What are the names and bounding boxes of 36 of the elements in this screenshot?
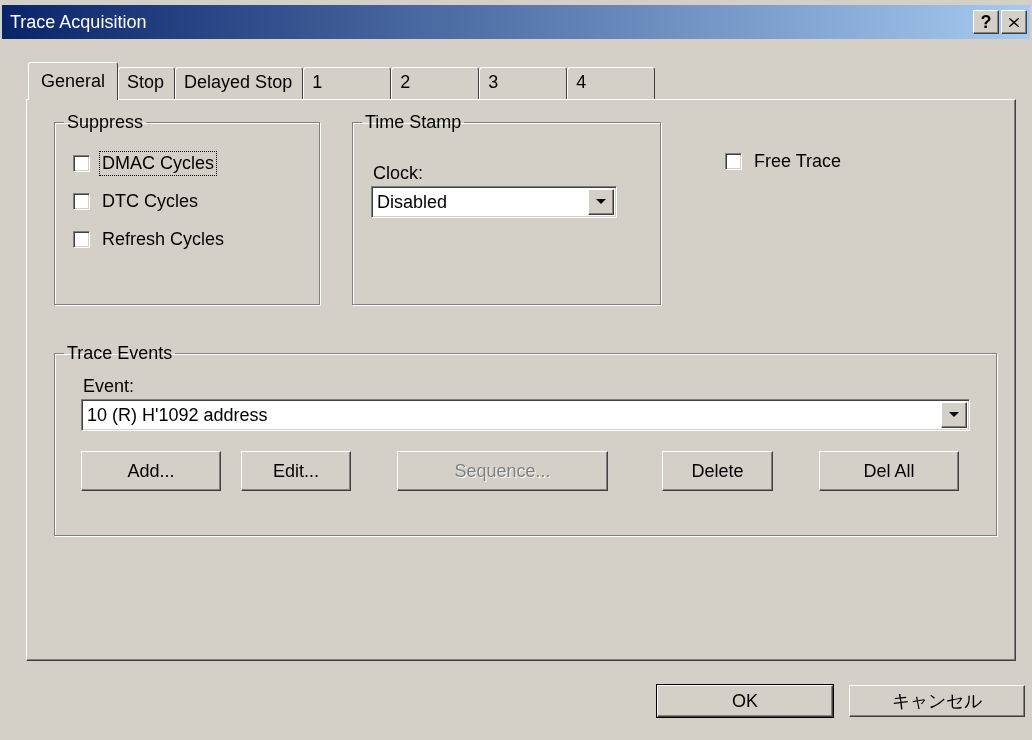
dropdown-field[interactable]: Disabled (371, 186, 617, 218)
help-button[interactable]: ? (973, 10, 999, 34)
checkbox[interactable] (725, 153, 742, 170)
checkbox[interactable] (73, 155, 90, 172)
field-label: Clock: (373, 163, 424, 184)
close-button[interactable] (1001, 10, 1027, 34)
action-button[interactable]: Add... (81, 451, 221, 491)
group-title: Time Stamp (364, 112, 463, 133)
field-label: Event: (83, 376, 136, 397)
dialog-button[interactable]: キャンセル (849, 685, 1025, 717)
caret-down-icon (949, 412, 959, 418)
checkbox-label[interactable]: DMAC Cycles (100, 152, 216, 175)
tab[interactable]: Delayed Stop (175, 67, 304, 99)
tab[interactable]: 4 (567, 67, 656, 99)
tab[interactable]: 2 (391, 67, 480, 99)
group-title: Suppress (66, 112, 145, 133)
tab[interactable]: 3 (479, 67, 568, 99)
dropdown-field[interactable]: 10 (R) H'1092 address (81, 399, 970, 431)
dropdown-button[interactable] (941, 402, 967, 428)
checkbox-label[interactable]: Free Trace (752, 150, 844, 173)
action-button[interactable]: Del All (819, 451, 959, 491)
dialog-button[interactable]: OK (657, 685, 833, 717)
checkbox-label[interactable]: DTC Cycles (100, 190, 200, 213)
action-button[interactable]: Delete (662, 451, 773, 491)
checkbox-label[interactable]: Refresh Cycles (100, 228, 227, 251)
group-title: Trace Events (66, 343, 174, 364)
tab[interactable]: General (28, 62, 119, 100)
caret-down-icon (596, 199, 606, 205)
tab[interactable]: Stop (118, 67, 176, 99)
checkbox[interactable] (73, 231, 90, 248)
checkbox[interactable] (73, 193, 90, 210)
action-button[interactable]: Edit... (241, 451, 351, 491)
dropdown-button[interactable] (588, 189, 614, 215)
tab[interactable]: 1 (303, 67, 392, 99)
close-icon (1009, 17, 1019, 27)
window-title: Trace Acquisition (10, 11, 148, 33)
